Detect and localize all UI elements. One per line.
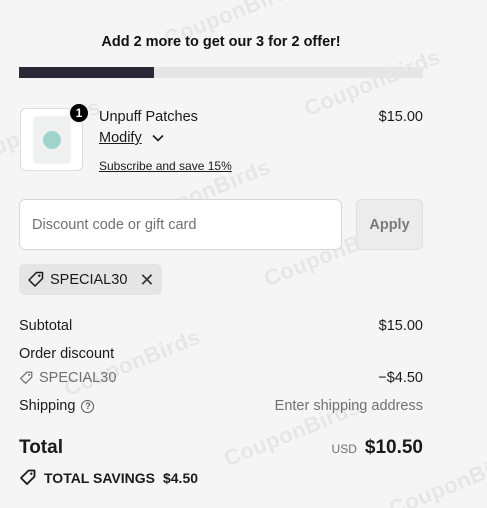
savings-value: $4.50: [162, 469, 199, 486]
subtotal-label: Subtotal: [19, 318, 73, 334]
order-discount-label: Order discount: [19, 346, 115, 362]
quantity-badge: 1: [68, 102, 90, 124]
tag-icon: [20, 469, 36, 485]
product-name[interactable]: Unpuff Patches: [99, 109, 198, 125]
subtotal-value: $15.00: [378, 318, 423, 334]
help-icon[interactable]: ?: [81, 399, 95, 413]
apply-button[interactable]: Apply: [356, 199, 423, 250]
tag-icon: [20, 371, 33, 384]
total-label: Total: [19, 437, 63, 458]
shipping-label: Shipping: [19, 398, 76, 414]
discount-code-label: SPECIAL30: [39, 370, 117, 386]
shipping-value: Enter shipping address: [274, 398, 423, 414]
total-value: $10.50: [364, 437, 423, 458]
discount-value: −$4.50: [378, 370, 423, 386]
product-image: [33, 116, 70, 163]
total-amount: USD $10.50: [332, 437, 423, 459]
offer-banner: Add 2 more to get our 3 for 2 offer!: [101, 34, 341, 50]
offer-progress-bar: [19, 67, 423, 78]
currency-code: USD: [331, 442, 357, 456]
modify-button[interactable]: Modify: [99, 130, 164, 146]
applied-discount-chip: SPECIAL30 ✕: [19, 264, 163, 295]
remove-discount-icon[interactable]: ✕: [139, 271, 154, 289]
subscribe-link[interactable]: Subscribe and save 15%: [99, 159, 232, 173]
offer-progress-fill: [19, 67, 154, 78]
watermark: CouponBirds: [60, 323, 205, 402]
savings-label: TOTAL SAVINGS: [44, 469, 155, 486]
applied-discount-code: SPECIAL30: [50, 271, 128, 288]
modify-label: Modify: [99, 130, 142, 146]
discount-code-row: SPECIAL30: [19, 370, 116, 386]
discount-code-input[interactable]: [19, 199, 342, 250]
chevron-down-icon: [152, 134, 164, 142]
total-savings: TOTAL SAVINGS $4.50: [19, 469, 198, 486]
product-price: $15.00: [378, 109, 423, 125]
tag-icon: [28, 271, 44, 287]
shipping-row-label: Shipping?: [19, 398, 95, 414]
